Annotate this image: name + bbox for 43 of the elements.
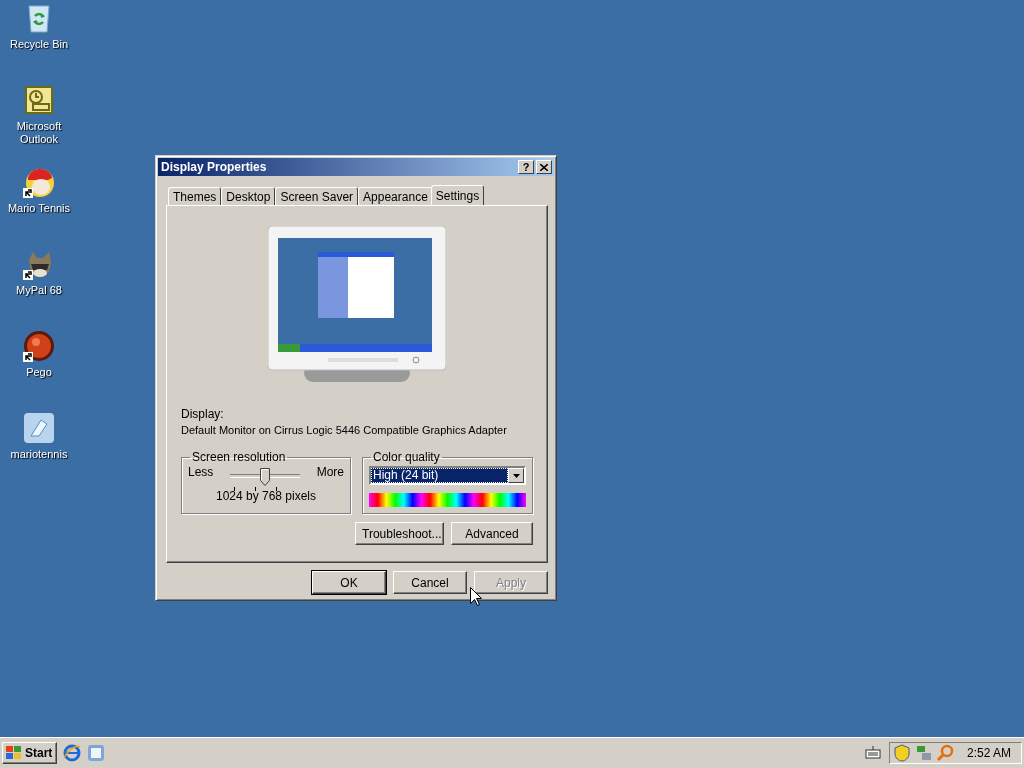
panel-button[interactable]: Troubleshoot... bbox=[355, 522, 444, 545]
group-title: Screen resolution bbox=[191, 450, 287, 464]
resolution-reading: 1024 by 768 pixels bbox=[215, 489, 317, 503]
outlook-icon bbox=[23, 84, 55, 116]
windows-logo-icon bbox=[6, 746, 22, 760]
color-quality-dropdown[interactable]: High (24 bit) bbox=[369, 466, 526, 485]
desktop-shortcut-icon[interactable] bbox=[87, 744, 106, 762]
shield-icon[interactable] bbox=[893, 744, 912, 762]
start-button[interactable]: Start bbox=[2, 742, 58, 764]
browser-icon[interactable] bbox=[63, 744, 82, 762]
help-button[interactable]: ? bbox=[518, 160, 534, 174]
tab[interactable]: Screen Saver bbox=[275, 187, 359, 205]
dialog-button[interactable]: OK bbox=[312, 571, 386, 594]
tab[interactable]: Desktop bbox=[221, 187, 276, 205]
tab[interactable]: Appearance bbox=[358, 187, 433, 205]
magnifier-icon[interactable] bbox=[935, 744, 954, 762]
close-button[interactable] bbox=[536, 160, 552, 174]
panel-button[interactable]: Advanced bbox=[451, 522, 533, 545]
app-icon bbox=[23, 412, 55, 444]
resolution-slider[interactable] bbox=[230, 468, 300, 492]
tab[interactable]: Settings bbox=[430, 185, 485, 205]
cap-figure-icon bbox=[23, 166, 55, 198]
desktop-icon-label[interactable]: Pego bbox=[4, 366, 74, 379]
more-label: More bbox=[316, 464, 344, 480]
dropdown-caret-icon[interactable] bbox=[508, 468, 524, 483]
network-icon[interactable] bbox=[914, 744, 933, 762]
display-adapter-name: Default Monitor on Cirrus Logic 5446 Compatible Graphics Adapter bbox=[181, 423, 508, 438]
group-title: Color quality bbox=[372, 450, 441, 464]
close-icon bbox=[540, 163, 548, 171]
desktop-icon-label[interactable]: MyPal 68 bbox=[4, 284, 74, 297]
less-label: Less bbox=[188, 464, 214, 480]
desktop-icon-label[interactable]: Microsoft Outlook bbox=[4, 120, 74, 146]
window-title: Display Properties bbox=[161, 160, 268, 174]
desktop-icon-label[interactable]: mariotennis bbox=[4, 448, 74, 461]
mouse-cursor-icon bbox=[470, 587, 482, 606]
dialog-button[interactable]: Cancel bbox=[393, 571, 467, 594]
orb-icon bbox=[23, 330, 55, 362]
tab[interactable]: Themes bbox=[168, 187, 222, 205]
slider-thumb[interactable] bbox=[260, 468, 270, 486]
desktop-icon-label[interactable]: Recycle Bin bbox=[4, 38, 74, 51]
clock: 2:52 AM bbox=[966, 746, 1011, 760]
desktop-icon-label[interactable]: Mario Tennis bbox=[4, 202, 74, 215]
display-label: Display: bbox=[181, 406, 225, 422]
